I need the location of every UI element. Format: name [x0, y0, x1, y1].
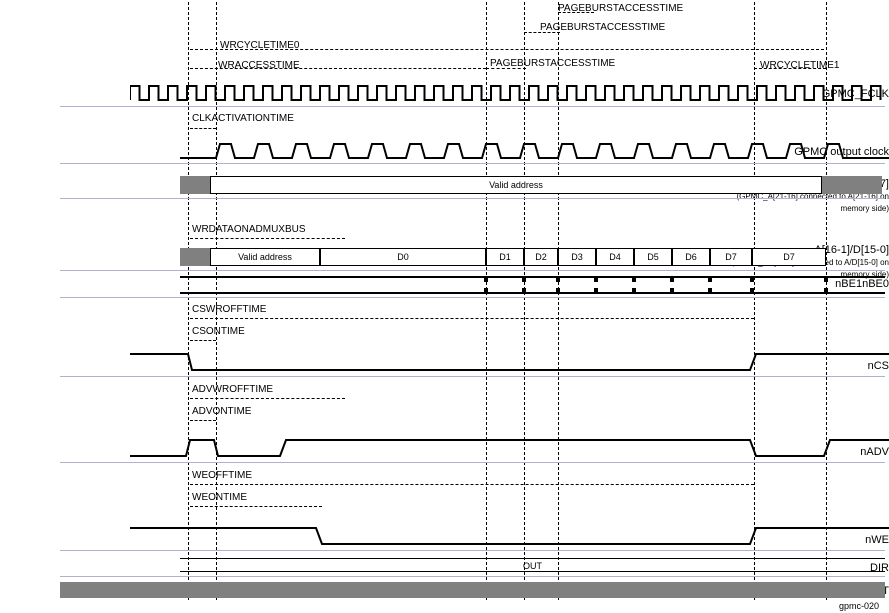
label-clkactivation: CLKACTIVATIONTIME [192, 113, 294, 124]
be-notch [556, 288, 560, 294]
timing-diagram: PAGEBURSTACCESSTIME PAGEBURSTACCESSTIME WR… [0, 0, 889, 613]
label-advon: ADVONTIME [192, 406, 251, 417]
top-label-pba_low: PAGEBURSTACCESSTIME [490, 58, 615, 69]
be-notch [632, 276, 636, 282]
rule-nadv [60, 462, 885, 463]
be-notch [522, 276, 526, 282]
top-label-pba_mid: PAGEBURSTACCESSTIME [540, 22, 665, 33]
ad-valid-addr: Valid address [210, 248, 320, 266]
label-addr-sub: (GPMC_A[21-16] connected to A[21-16] on … [736, 192, 889, 213]
be-notch [484, 288, 488, 294]
label-wrdata: WRDATAONADMUXBUS [192, 224, 306, 235]
ad-cell-d5-5: D5 [634, 248, 672, 266]
dash-cswroff [190, 318, 754, 319]
be-notch [824, 288, 828, 294]
dash-clkact [190, 128, 216, 129]
ad-valid-text: Valid address [238, 252, 292, 262]
dash-wrdata [190, 238, 345, 239]
wave-nwe [130, 522, 889, 548]
wave-gpmc-fclk [130, 82, 889, 104]
wave-output-clock [180, 140, 889, 162]
ad-cell-d7-8: D7 [752, 248, 826, 266]
be-notch [824, 276, 828, 282]
be-notch [522, 288, 526, 294]
addr-valid: Valid address [210, 176, 822, 194]
rule-be [60, 297, 885, 298]
dash-advwroff [190, 398, 345, 399]
rule-nwe [60, 550, 885, 551]
rule-dir [60, 576, 885, 577]
top-label-wrcycle1: WRCYCLETIME1 [760, 60, 839, 71]
wave-nadv [130, 434, 889, 460]
top-label-wrcycle0: WRCYCLETIME0 [220, 40, 299, 51]
be-notch [708, 288, 712, 294]
dash-advon [190, 420, 216, 421]
be-notch [594, 276, 598, 282]
dash-cson [190, 340, 216, 341]
dash-weoff [190, 484, 754, 485]
be-notch [670, 276, 674, 282]
ad-cell-d7-7: D7 [710, 248, 752, 266]
addr-grey-right [822, 176, 882, 194]
ad-cell-d1-1: D1 [486, 248, 524, 266]
label-advwroff: ADVWROFFTIME [192, 384, 273, 395]
dash-weon [190, 506, 322, 507]
be-band [180, 276, 885, 294]
top-label-pba_top: PAGEBURSTACCESSTIME [558, 3, 683, 14]
label-weon: WEONTIME [192, 492, 247, 503]
ad-cell-d4-4: D4 [596, 248, 634, 266]
wait-band [60, 582, 885, 598]
dir-band: OUT [180, 558, 885, 572]
ad-cell-d0-0: D0 [320, 248, 486, 266]
rule-addr [60, 198, 885, 199]
addr-grey-left [180, 176, 210, 194]
dir-value: OUT [523, 561, 542, 571]
wave-ncs [130, 350, 889, 374]
be-notch [750, 288, 754, 294]
ad-cell-d2-2: D2 [524, 248, 558, 266]
addr-valid-text: Valid address [489, 180, 543, 190]
be-notch [632, 288, 636, 294]
ad-grey-left [180, 248, 210, 266]
be-notch [670, 288, 674, 294]
top-label-wraccess: WRACCESSTIME [218, 60, 300, 71]
rule-ncs [60, 376, 885, 377]
be-notch [708, 276, 712, 282]
be-notch [750, 276, 754, 282]
image-id: gpmc-020 [839, 601, 879, 611]
label-cson: CSONTIME [192, 326, 245, 337]
be-notch [484, 276, 488, 282]
label-cswroff: CSWROFFTIME [192, 304, 266, 315]
be-notch [556, 276, 560, 282]
rule-fclk [60, 106, 885, 107]
rule-outclk [60, 163, 885, 164]
ad-cell-d3-3: D3 [558, 248, 596, 266]
label-weoff: WEOFFTIME [192, 470, 252, 481]
be-notch [594, 288, 598, 294]
ad-cell-d6-6: D6 [672, 248, 710, 266]
rule-ad [60, 270, 885, 271]
